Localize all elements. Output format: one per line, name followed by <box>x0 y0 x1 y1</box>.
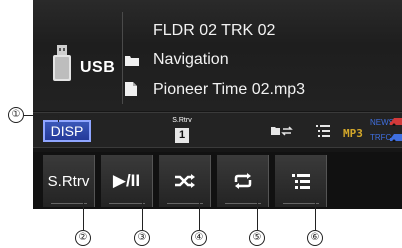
device-label: USB <box>80 59 116 76</box>
play-pause-button[interactable]: ▶/II <box>101 155 153 207</box>
random-button[interactable] <box>159 155 211 207</box>
folder-name: Navigation <box>153 51 229 68</box>
srtrv-indicator-label: S.Rtrv <box>172 117 192 124</box>
callout-4: ④ <box>191 230 207 246</box>
callout-3: ③ <box>134 230 150 246</box>
srtrv-button-label: S.Rtrv <box>47 172 90 190</box>
key-underline <box>167 203 203 204</box>
callout-2: ② <box>75 230 91 246</box>
usb-memory-icon <box>53 45 71 81</box>
callout-leader-2 <box>83 200 84 230</box>
srtrv-indicator: S.Rtrv 1 <box>169 117 195 143</box>
file-icon <box>125 82 137 96</box>
head-unit-screen: USB FLDR 02 TRK 02 Navigation Pioneer Ti… <box>33 0 402 209</box>
list-icon <box>291 174 310 189</box>
repeat-button[interactable] <box>217 155 269 207</box>
callout-leader-1b <box>58 115 59 122</box>
format-indicator: MP3 <box>343 127 363 140</box>
list-button[interactable] <box>275 155 327 207</box>
play-pause-label: ▶/II <box>112 171 141 190</box>
traffic-car-icon <box>390 134 402 142</box>
file-name: Pioneer Time 02.mp3 <box>153 81 306 98</box>
callout-6: ⑥ <box>307 230 323 246</box>
usb-source-area: USB <box>44 15 116 100</box>
divider <box>122 12 123 104</box>
now-playing-panel: USB FLDR 02 TRK 02 Navigation Pioneer Ti… <box>33 0 402 111</box>
list-status-icon <box>316 125 330 137</box>
callout-leader-1 <box>24 115 58 116</box>
repeat-icon <box>234 173 251 189</box>
callout-leader-6 <box>315 200 316 230</box>
key-underline <box>225 203 261 204</box>
srtrv-level: 1 <box>175 128 189 143</box>
callout-leader-4 <box>199 200 200 230</box>
random-play-icon <box>174 174 195 188</box>
folder-repeat-icon <box>271 126 293 136</box>
callout-1: ① <box>8 107 24 123</box>
disp-button[interactable]: DISP <box>43 120 91 142</box>
track-info: FLDR 02 TRK 02 <box>153 22 276 39</box>
callout-leader-3 <box>142 200 143 230</box>
folder-icon <box>125 56 139 66</box>
key-underline <box>109 203 145 204</box>
key-underline <box>283 203 319 204</box>
key-underline <box>51 203 87 204</box>
srtrv-button[interactable]: S.Rtrv <box>43 155 95 207</box>
callout-5: ⑤ <box>249 230 265 246</box>
news-car-icon <box>390 118 402 126</box>
callout-leader-5 <box>257 200 258 230</box>
